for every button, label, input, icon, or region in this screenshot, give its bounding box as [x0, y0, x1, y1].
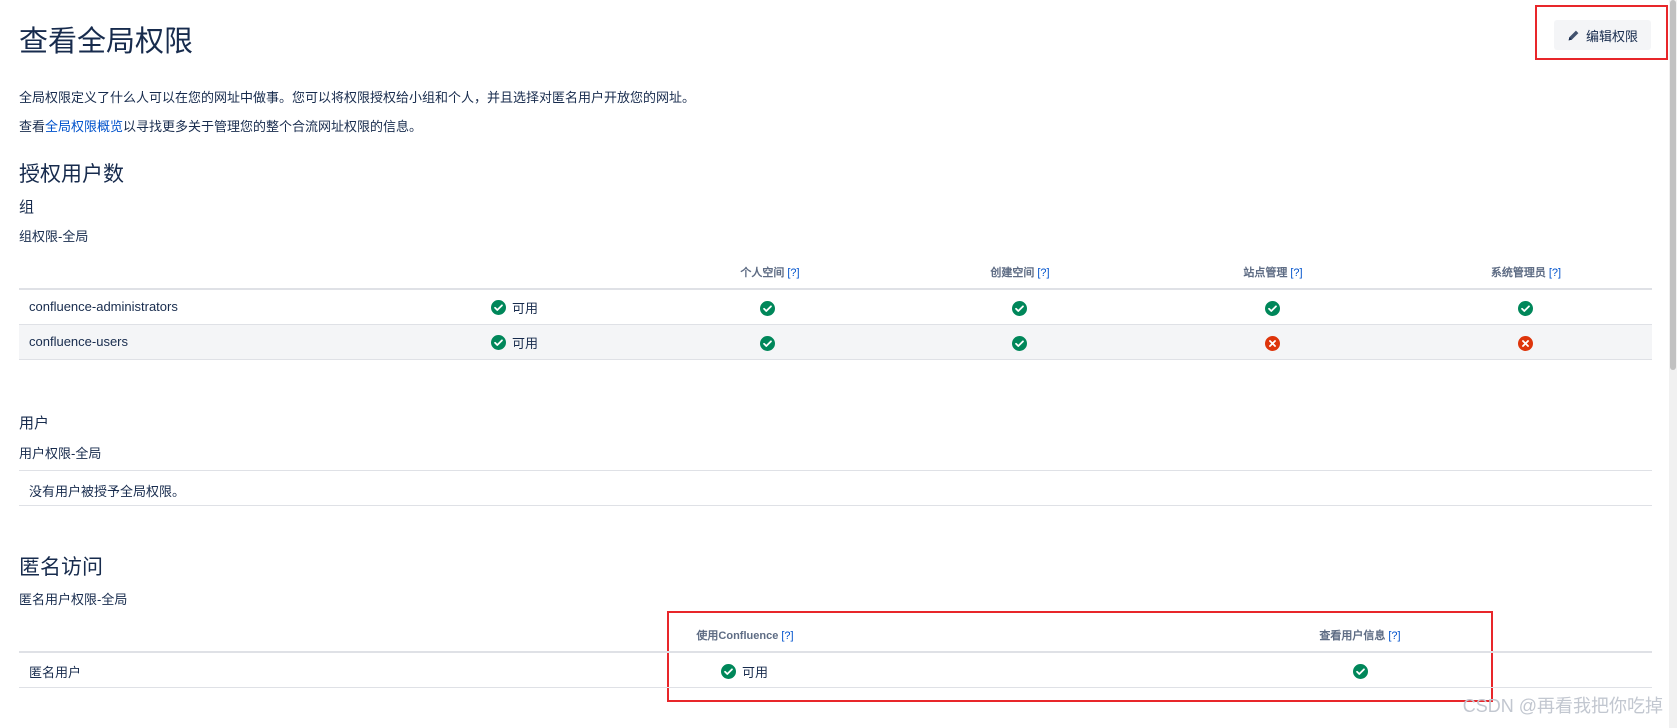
available-status: 可用 [491, 298, 538, 317]
anonymous-access-heading: 匿名访问 [19, 556, 103, 579]
watermark: CSDN @再看我把你吃掉 [1462, 696, 1663, 716]
anonymous-subheading: 匿名用户权限-全局 [19, 592, 128, 607]
row-divider [19, 505, 1652, 506]
check-circle-icon [491, 300, 506, 315]
licensed-users-heading: 授权用户数 [19, 163, 124, 186]
row-divider [19, 687, 1652, 688]
col-site-admin: 站点管理 [?] [1243, 267, 1303, 279]
help-link[interactable]: [?] [787, 267, 799, 279]
row-divider [19, 470, 1652, 471]
group-name: confluence-users [29, 334, 128, 349]
intro-suffix: 以寻找更多关于管理您的整个合流网址权限的信息。 [123, 119, 423, 134]
groups-subheading: 组权限-全局 [19, 229, 89, 244]
table-row: confluence-administrators 可用 [0, 290, 1677, 324]
group-name: confluence-administrators [29, 299, 178, 314]
intro-line-1: 全局权限定义了什么人可以在您的网址中做事。您可以将权限授权给小组和个人，并且选择… [19, 90, 696, 105]
pencil-icon [1568, 30, 1579, 40]
check-circle-icon [760, 301, 775, 316]
check-circle-icon [491, 335, 506, 350]
check-circle-icon [1265, 301, 1280, 316]
page-title: 查看全局权限 [19, 26, 194, 58]
groups-heading: 组 [19, 199, 35, 216]
users-heading: 用户 [19, 415, 50, 432]
col-personal-space: 个人空间 [?] [740, 267, 800, 279]
col-view-user-profiles: 查看用户信息 [?] [1319, 630, 1401, 642]
global-permissions-overview-link[interactable]: 全局权限概览 [45, 119, 123, 134]
intro-line-2: 查看全局权限概览以寻找更多关于管理您的整个合流网址权限的信息。 [19, 116, 422, 135]
edit-permissions-button[interactable]: 编辑权限 [1554, 20, 1651, 50]
col-use-confluence: 使用Confluence [?] [696, 630, 794, 642]
help-link[interactable]: [?] [1549, 267, 1561, 279]
help-link[interactable]: [?] [1037, 267, 1049, 279]
edit-permissions-label: 编辑权限 [1585, 28, 1638, 44]
users-subheading: 用户权限-全局 [19, 446, 102, 461]
col-create-space: 创建空间 [?] [990, 267, 1050, 279]
col-system-admin: 系统管理员 [?] [1490, 267, 1562, 279]
help-link[interactable]: [?] [1290, 267, 1302, 279]
check-circle-icon [1012, 336, 1027, 351]
anonymous-user-label: 匿名用户 [29, 665, 82, 680]
check-circle-icon [721, 664, 736, 679]
help-link[interactable]: [?] [1388, 630, 1400, 642]
no-users-message: 没有用户被授予全局权限。 [29, 484, 186, 499]
available-status: 可用 [491, 333, 538, 352]
check-circle-icon [1518, 301, 1533, 316]
cross-circle-icon [1518, 336, 1533, 351]
available-status: 可用 [721, 662, 768, 681]
anonymous-highlight-box [667, 611, 1493, 702]
row-divider [19, 359, 1652, 360]
table-header-divider [19, 651, 1652, 653]
check-circle-icon [760, 336, 775, 351]
help-link[interactable]: [?] [781, 630, 793, 642]
check-circle-icon [1012, 301, 1027, 316]
table-row: confluence-users 可用 [0, 325, 1677, 359]
scrollbar-thumb[interactable] [1670, 0, 1676, 370]
intro-prefix: 查看 [19, 119, 46, 134]
check-circle-icon [1353, 664, 1368, 679]
cross-circle-icon [1265, 336, 1280, 351]
